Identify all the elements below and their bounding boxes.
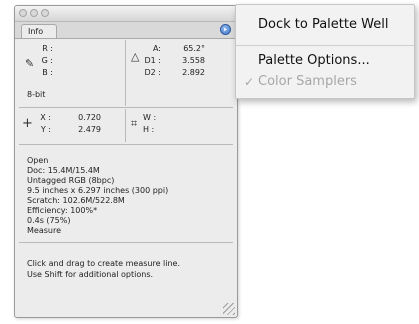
resize-grip-icon[interactable] bbox=[223, 303, 235, 315]
hint-line: Use Shift for additional options. bbox=[27, 270, 154, 279]
x-label: X : bbox=[40, 113, 51, 122]
palette-flyout-menu: Dock to Palette Well Palette Options... … bbox=[235, 4, 415, 99]
column-divider bbox=[125, 40, 126, 106]
palette-title-bar[interactable] bbox=[15, 6, 237, 22]
section-divider bbox=[19, 107, 233, 108]
h-label: H : bbox=[143, 125, 155, 134]
r-label: R : bbox=[42, 44, 53, 53]
palette-menu-button[interactable]: ▸ bbox=[220, 24, 231, 35]
status-line: Measure bbox=[27, 226, 61, 235]
status-line: Open bbox=[27, 156, 49, 165]
status-line: Efficiency: 100%* bbox=[27, 206, 98, 215]
section-divider bbox=[19, 144, 233, 145]
section-divider bbox=[19, 242, 233, 243]
eyedropper-icon: ✎ bbox=[25, 57, 35, 70]
menu-item-color-samplers: Color Samplers bbox=[258, 74, 357, 89]
menu-separator bbox=[236, 45, 414, 46]
bit-depth: 8-bit bbox=[27, 90, 46, 99]
checkmark-icon: ✓ bbox=[244, 75, 255, 89]
d2-value: 2.892 bbox=[182, 68, 205, 77]
selection-size-icon: ⌗ bbox=[131, 117, 138, 130]
b-label: B : bbox=[42, 68, 53, 77]
d1-value: 3.558 bbox=[182, 56, 205, 65]
close-button[interactable] bbox=[19, 9, 27, 17]
minimize-button[interactable] bbox=[30, 9, 38, 17]
palette-tab-strip: Info ▸ bbox=[15, 22, 237, 39]
zoom-button[interactable] bbox=[41, 9, 49, 17]
column-divider bbox=[125, 109, 126, 142]
status-line: 0.4s (75%) bbox=[27, 216, 71, 225]
y-value: 2.479 bbox=[78, 125, 101, 134]
hint-line: Click and drag to create measure line. bbox=[27, 259, 181, 268]
menu-arrow-icon: ▸ bbox=[223, 26, 227, 33]
x-value: 0.720 bbox=[78, 113, 101, 122]
tab-info[interactable]: Info bbox=[21, 24, 57, 38]
status-line: Doc: 15.4M/15.4M bbox=[27, 166, 100, 175]
angle-label: A: bbox=[152, 44, 161, 53]
g-label: G : bbox=[41, 56, 53, 65]
info-palette: Info ▸ ✎ R : G : B : △ A: 65.2° D1 : 3.5… bbox=[14, 5, 238, 318]
status-line: 9.5 inches x 6.297 inches (300 ppi) bbox=[27, 186, 169, 195]
status-line: Untagged RGB (8bpc) bbox=[27, 176, 115, 185]
d2-label: D2 : bbox=[144, 68, 162, 77]
angle-value: 65.2° bbox=[183, 44, 205, 53]
status-line: Scratch: 102.6M/522.8M bbox=[27, 196, 125, 205]
menu-item-palette-options[interactable]: Palette Options... bbox=[258, 53, 370, 69]
w-label: W : bbox=[143, 113, 157, 122]
crosshair-icon: + bbox=[22, 116, 33, 131]
y-label: Y : bbox=[40, 125, 51, 134]
menu-item-dock-to-palette-well[interactable]: Dock to Palette Well bbox=[258, 17, 388, 33]
d1-label: D1 : bbox=[144, 56, 162, 65]
